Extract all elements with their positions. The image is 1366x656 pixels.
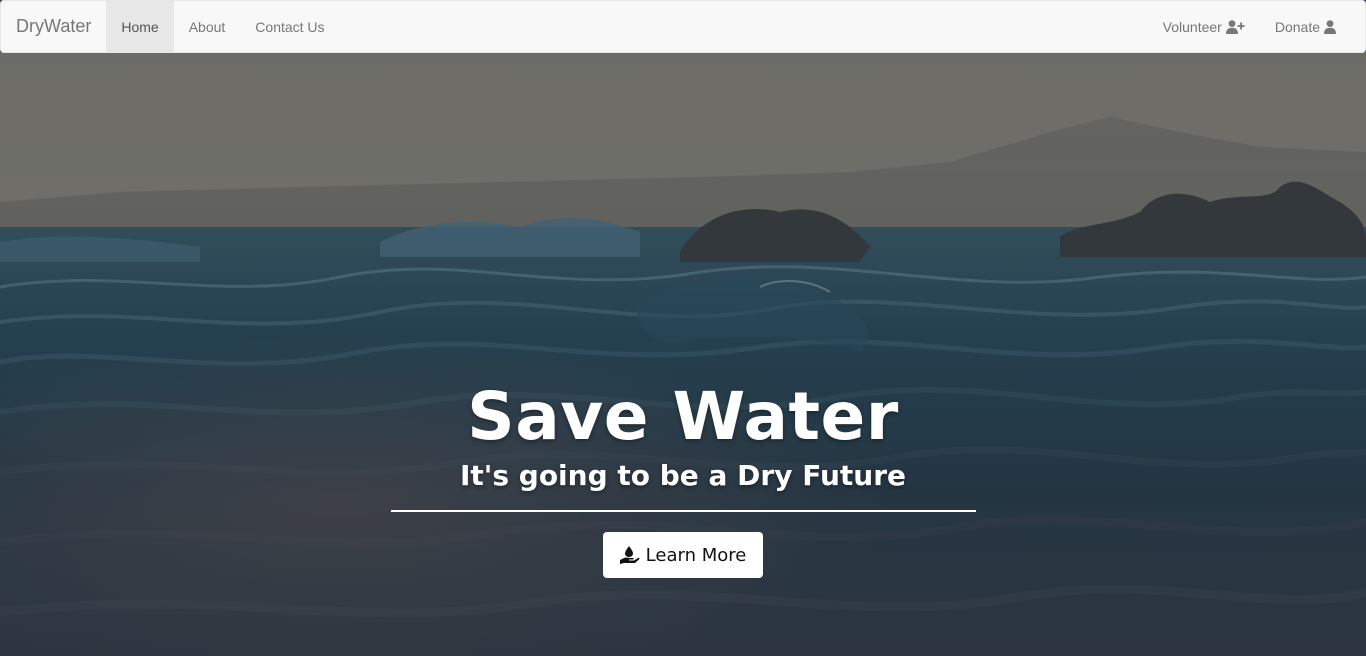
brand-logo[interactable]: DryWater — [1, 1, 106, 52]
hero-divider — [390, 510, 976, 512]
hero-title: Save Water — [467, 378, 899, 455]
nav-right: Volunteer Donate — [1148, 1, 1351, 52]
nav-item-about[interactable]: About — [174, 1, 241, 52]
page: DryWater Home About Contact Us Volunteer — [0, 0, 1366, 656]
nav-item-label: Home — [121, 18, 159, 35]
hero-subtitle: It's going to be a Dry Future — [459, 459, 907, 492]
hand-holding-water-icon — [619, 546, 640, 564]
learn-more-button[interactable]: Learn More — [602, 532, 764, 578]
nav-item-label: Contact Us — [255, 18, 325, 35]
learn-more-label: Learn More — [645, 544, 747, 566]
nav-item-donate[interactable]: Donate — [1260, 1, 1351, 52]
top-navbar: DryWater Home About Contact Us Volunteer — [0, 0, 1366, 53]
nav-item-label: Donate — [1274, 18, 1320, 35]
nav-item-home[interactable]: Home — [106, 1, 174, 52]
nav-item-contact-us[interactable]: Contact Us — [240, 1, 339, 52]
hero-content: Save Water It's going to be a Dry Future… — [0, 382, 1366, 578]
nav-item-label: Volunteer — [1162, 18, 1222, 35]
nav-item-label: About — [188, 18, 226, 35]
hero-section: Save Water It's going to be a Dry Future… — [0, 52, 1366, 656]
user-plus-icon — [1225, 19, 1245, 34]
user-icon — [1324, 19, 1336, 34]
nav-left: Home About Contact Us — [106, 1, 339, 52]
nav-item-volunteer[interactable]: Volunteer — [1148, 1, 1260, 52]
